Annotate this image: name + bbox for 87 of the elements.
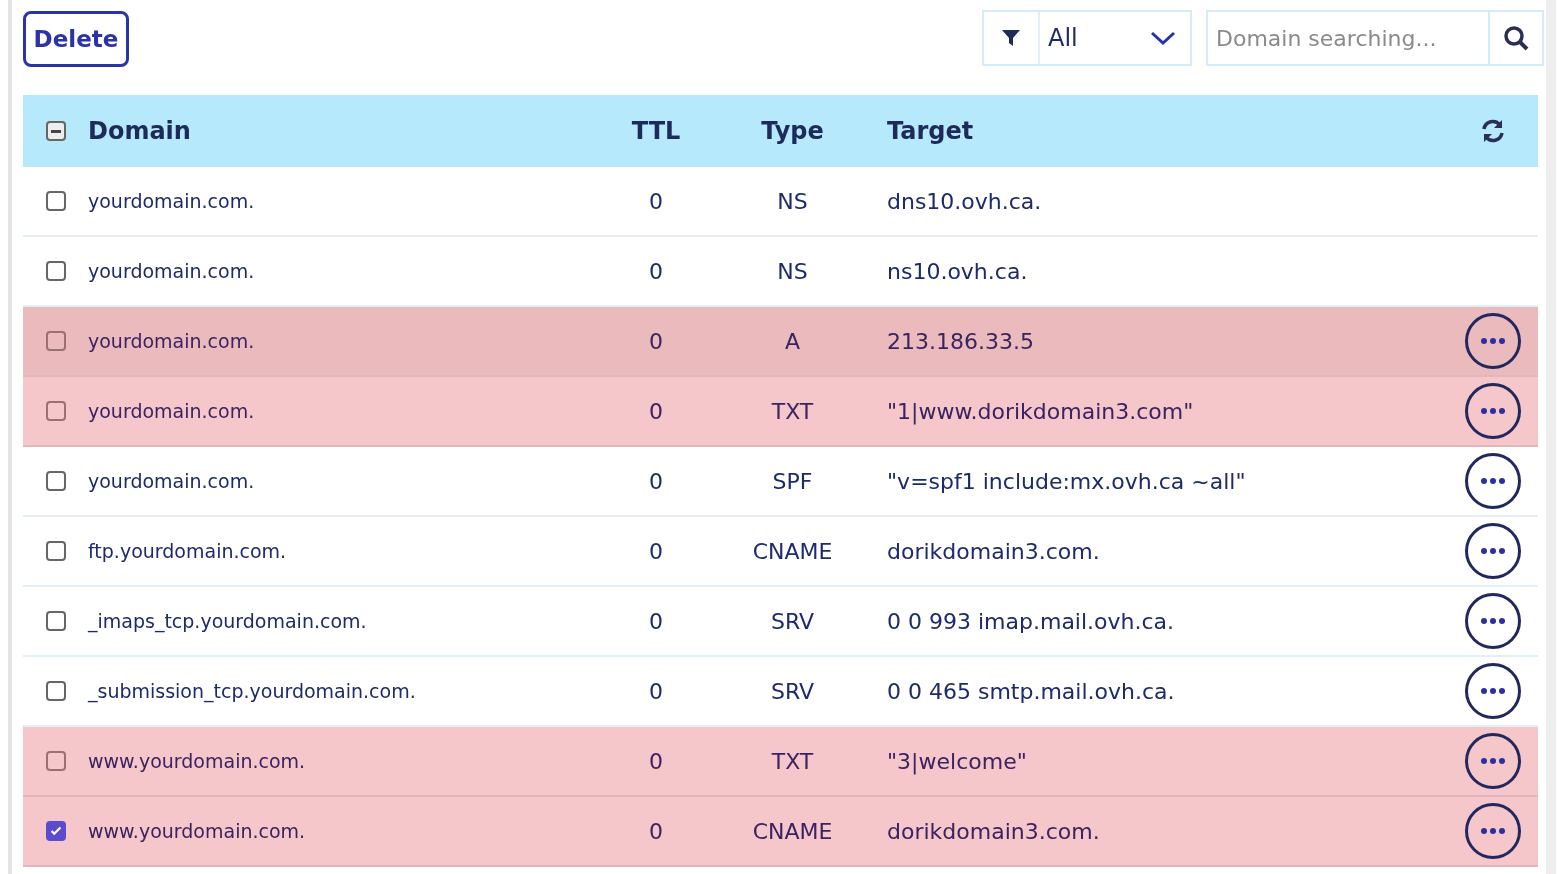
table-row[interactable]: yourdomain.com. 0 TXT "1|www.dorikdomain3.com": [23, 377, 1538, 447]
table-cell-text: 0: [648, 818, 664, 844]
table-cell-text: 0: [648, 468, 664, 494]
ellipsis-icon: [1478, 477, 1508, 485]
table-cell-text: _submission_tcp.yourdomain.com.: [88, 680, 417, 702]
search-button[interactable]: [1488, 10, 1544, 66]
select-all-checkbox[interactable]: [45, 121, 66, 141]
table-cell-text: yourdomain.com.: [88, 190, 256, 212]
row-checkbox[interactable]: [45, 611, 66, 631]
ellipsis-icon: [1478, 337, 1508, 345]
table-cell-text: 0: [648, 188, 664, 214]
table-cell-text: SPF: [771, 468, 814, 494]
table-cell-text: SRV: [769, 608, 816, 634]
table-cell-text: www.yourdomain.com.: [88, 750, 307, 772]
table-cell-text: CNAME: [751, 818, 834, 844]
table-row[interactable]: ftp.yourdomain.com. 0 CNAME dorikdomain3.com.: [23, 517, 1538, 587]
row-checkbox[interactable]: [45, 191, 66, 211]
delete-button[interactable]: Delete: [23, 11, 129, 67]
table-row[interactable]: yourdomain.com. 0 A 213.186.33.5: [23, 307, 1538, 377]
table-cell-text: 0: [648, 258, 664, 284]
table-cell-text: 0: [648, 398, 664, 424]
ellipsis-icon: [1478, 687, 1508, 695]
ellipsis-icon: [1478, 827, 1508, 835]
table-cell-text: yourdomain.com.: [88, 400, 256, 422]
row-checkbox[interactable]: [45, 681, 66, 701]
table-cell-text: ns10.ovh.ca.: [886, 258, 1029, 284]
row-checkbox[interactable]: [45, 751, 66, 771]
table-row[interactable]: www.yourdomain.com. 0 CNAME dorikdomain3.com.: [23, 797, 1538, 867]
table-row[interactable]: www.yourdomain.com. 0 TXT "3|welcome": [23, 727, 1538, 797]
ellipsis-icon: [1478, 407, 1508, 415]
table-cell-text: NS: [776, 258, 809, 284]
table-cell-text: 0: [648, 538, 664, 564]
filter-icon: [1000, 27, 1022, 49]
table-cell-text: 213.186.33.5: [886, 328, 1035, 354]
ellipsis-icon: [1478, 757, 1508, 765]
column-header[interactable]: Target: [861, 117, 1448, 145]
row-checkbox[interactable]: [45, 261, 66, 281]
more-actions-button[interactable]: [1465, 383, 1521, 439]
row-checkbox[interactable]: [45, 821, 66, 841]
table-cell-text: dorikdomain3.com.: [886, 538, 1101, 564]
table-cell-text: 0 0 465 smtp.mail.ovh.ca.: [886, 678, 1176, 704]
more-actions-button[interactable]: [1465, 663, 1521, 719]
refresh-icon[interactable]: [1480, 118, 1506, 144]
row-checkbox[interactable]: [45, 331, 66, 351]
more-actions-button[interactable]: [1465, 453, 1521, 509]
table-cell-text: 0: [648, 748, 664, 774]
table-row[interactable]: yourdomain.com. 0 SPF "v=spf1 include:mx.ovh.ca ~all": [23, 447, 1538, 517]
filter-dropdown[interactable]: All: [982, 10, 1192, 66]
table-cell-text: "3|welcome": [886, 748, 1028, 774]
ellipsis-icon: [1478, 547, 1508, 555]
table-cell-text: dorikdomain3.com.: [886, 818, 1101, 844]
row-checkbox[interactable]: [45, 541, 66, 561]
table-cell-text: NS: [776, 188, 809, 214]
table-cell-text: dns10.ovh.ca.: [886, 188, 1043, 214]
table-cell-text: 0 0 993 imap.mail.ovh.ca.: [886, 608, 1176, 634]
table-cell-text: 0: [648, 678, 664, 704]
chevron-down-icon: [1150, 30, 1176, 46]
table-cell-text: A: [783, 328, 802, 354]
column-header[interactable]: TTL: [588, 117, 724, 145]
table-row[interactable]: yourdomain.com. 0 NS dns10.ovh.ca.: [23, 167, 1538, 237]
table-cell-text: _imaps_tcp.yourdomain.com.: [88, 610, 368, 632]
more-actions-button[interactable]: [1465, 803, 1521, 859]
table-cell-text: 0: [648, 608, 664, 634]
column-header[interactable]: Type: [724, 117, 861, 145]
search-icon: [1502, 24, 1530, 52]
table-cell-text: CNAME: [751, 538, 834, 564]
more-actions-button[interactable]: [1465, 593, 1521, 649]
more-actions-button[interactable]: [1465, 313, 1521, 369]
ellipsis-icon: [1478, 617, 1508, 625]
table-cell-text: TXT: [770, 748, 815, 774]
search-field[interactable]: Domain searching...: [1206, 10, 1488, 66]
table-cell-text: www.yourdomain.com.: [88, 820, 307, 842]
table-cell-text: yourdomain.com.: [88, 470, 256, 492]
table-cell-text: 0: [648, 328, 664, 354]
column-header[interactable]: Domain: [88, 117, 588, 145]
more-actions-button[interactable]: [1465, 733, 1521, 789]
table-cell-text: yourdomain.com.: [88, 260, 256, 282]
row-checkbox[interactable]: [45, 471, 66, 491]
table-cell-text: ftp.yourdomain.com.: [88, 540, 288, 562]
table-row[interactable]: _imaps_tcp.yourdomain.com. 0 SRV 0 0 993 imap.mail.ovh.ca.: [23, 587, 1538, 657]
more-actions-button[interactable]: [1465, 523, 1521, 579]
row-checkbox[interactable]: [45, 401, 66, 421]
table-cell-text: SRV: [769, 678, 816, 704]
table-cell-text: "1|www.dorikdomain3.com": [886, 398, 1195, 424]
table-cell-text: TXT: [770, 398, 815, 424]
table-cell-text: yourdomain.com.: [88, 330, 256, 352]
table-cell-text: "v=spf1 include:mx.ovh.ca ~all": [886, 468, 1247, 494]
